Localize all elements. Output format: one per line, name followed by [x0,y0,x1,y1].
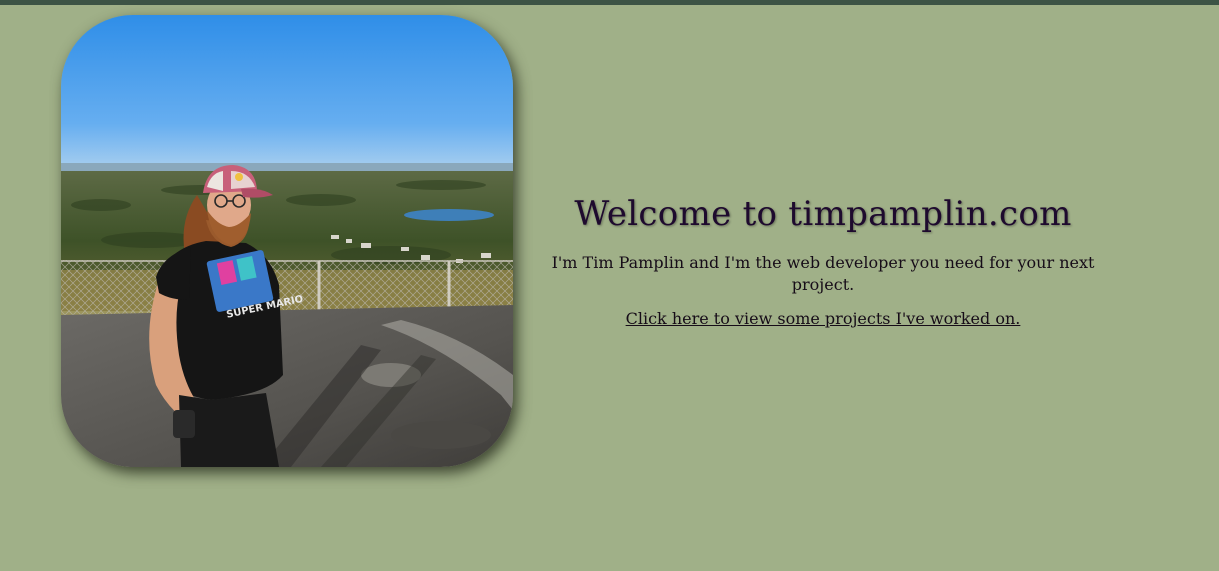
profile-photo-image: SUPER MARIO [61,15,513,467]
profile-photo: SUPER MARIO [61,15,513,467]
intro-text: I'm Tim Pamplin and I'm the web develope… [551,253,1095,294]
page-title: Welcome to timpamplin.com [574,194,1072,234]
hero-section: Welcome to timpamplin.com I'm Tim Pampli… [520,190,1126,330]
top-accent-bar [0,0,1219,5]
projects-link[interactable]: Click here to view some projects I've wo… [626,308,1021,330]
